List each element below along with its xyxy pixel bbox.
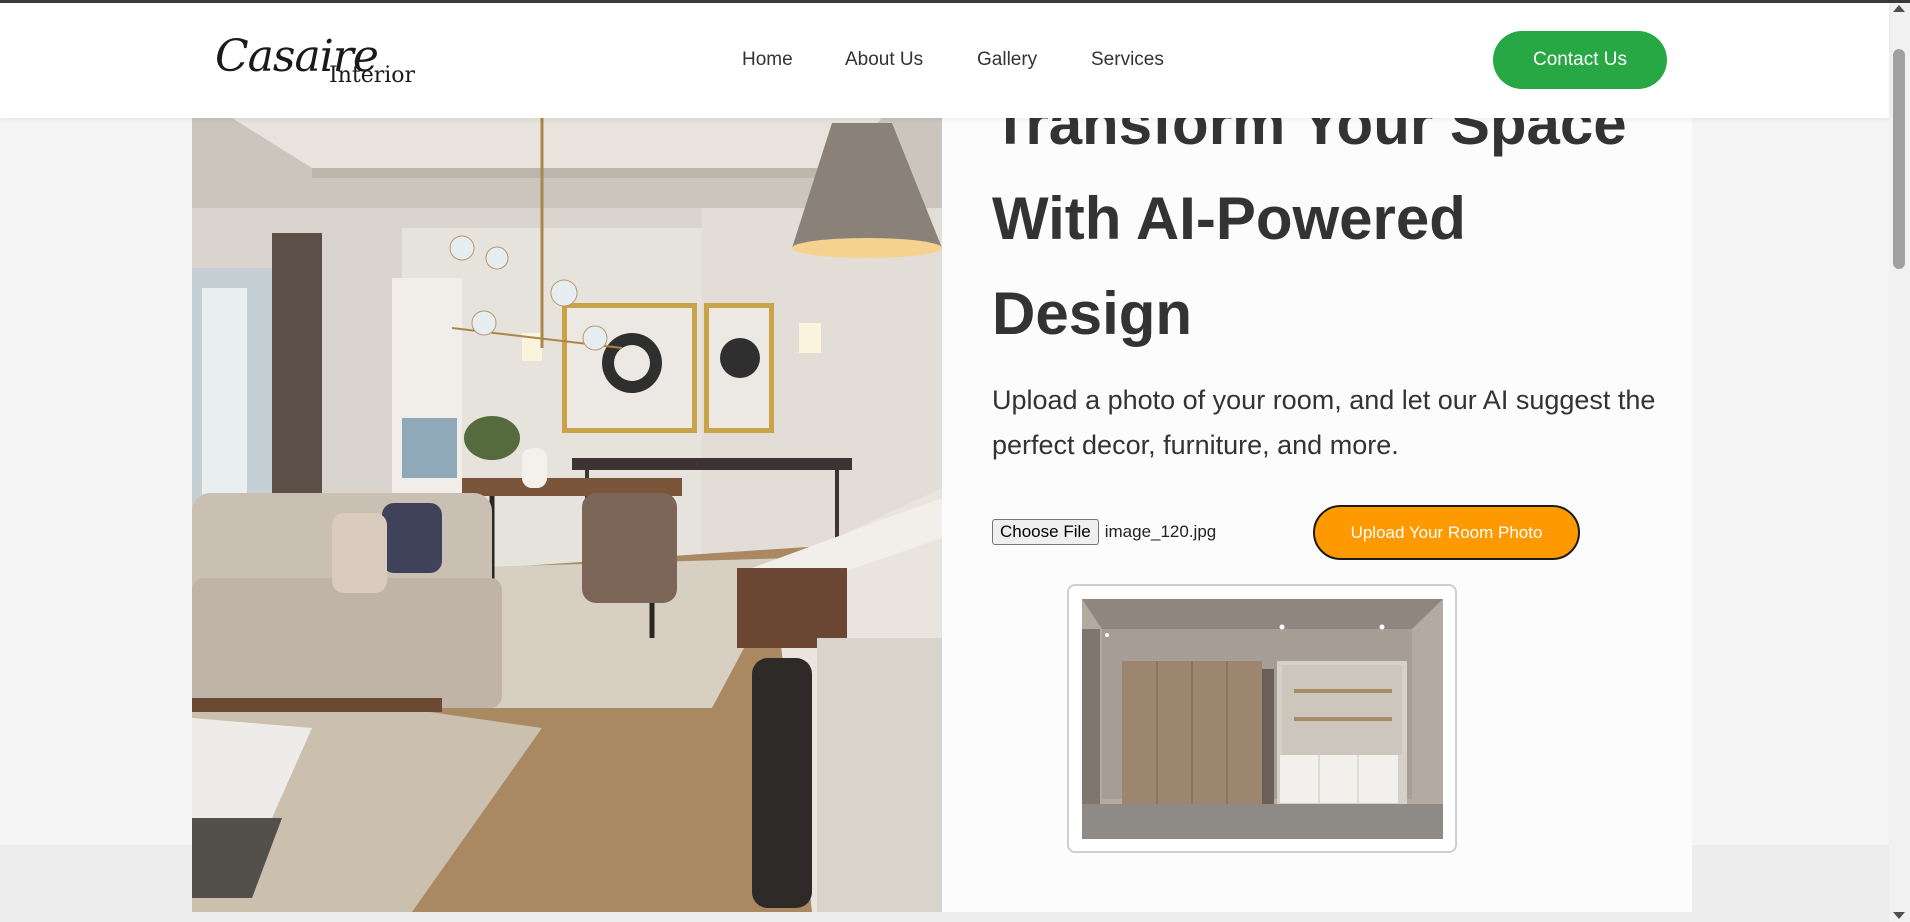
- nav-about-us[interactable]: About Us: [845, 49, 923, 71]
- choose-file-button[interactable]: Choose File: [992, 519, 1099, 545]
- file-input-row: Choose File image_120.jpg: [992, 519, 1216, 545]
- scroll-down-arrow-icon[interactable]: [1893, 912, 1905, 919]
- nav-gallery[interactable]: Gallery: [977, 49, 1037, 71]
- contact-us-button[interactable]: Contact Us: [1493, 31, 1667, 89]
- hero-headline: Transform Your Space With AI-Powered Des…: [992, 118, 1672, 348]
- hero-living-room-image: [192, 118, 942, 912]
- uploaded-preview-frame: [1067, 584, 1457, 853]
- nav-services[interactable]: Services: [1091, 49, 1164, 71]
- hero-headline-line-3: Design: [992, 280, 1193, 347]
- upload-room-photo-button[interactable]: Upload Your Room Photo: [1313, 505, 1580, 560]
- window-top-border: [0, 0, 1910, 3]
- site-header: Casaire Interior Home About Us Gallery S…: [0, 3, 1889, 118]
- hero-headline-container: Transform Your Space With AI-Powered Des…: [942, 118, 1692, 348]
- hero-headline-line-2: With AI-Powered: [992, 185, 1466, 252]
- hero-headline-line-1: Transform Your Space: [992, 118, 1627, 157]
- logo-sub-text: Interior: [329, 63, 416, 88]
- hero-subtext: Upload a photo of your room, and let our…: [992, 385, 1656, 460]
- scrollbar-thumb[interactable]: [1893, 49, 1905, 269]
- uploaded-room-preview-image: [1082, 599, 1443, 839]
- scroll-up-arrow-icon[interactable]: [1893, 5, 1905, 12]
- selected-file-name: image_120.jpg: [1104, 522, 1217, 541]
- brand-logo[interactable]: Casaire Interior: [215, 27, 425, 97]
- nav-home[interactable]: Home: [742, 49, 793, 71]
